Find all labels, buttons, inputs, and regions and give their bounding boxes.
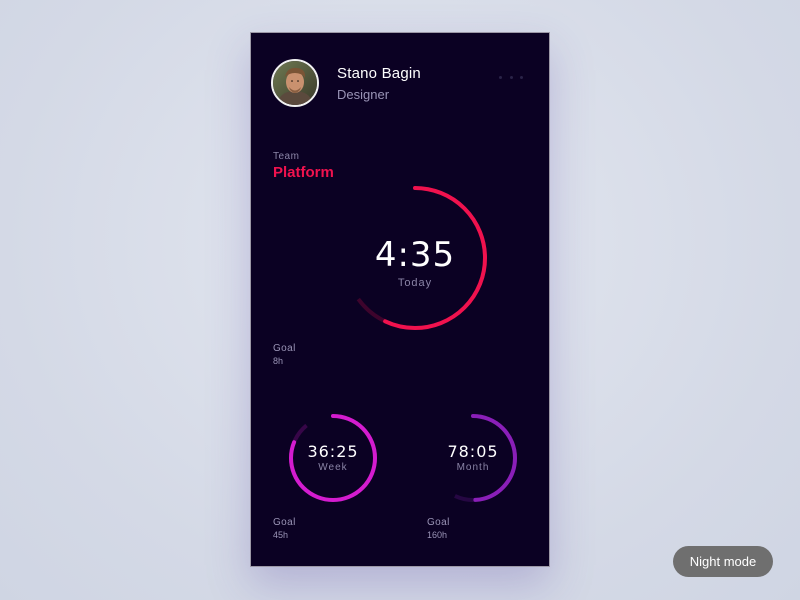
more-dots-icon[interactable] (499, 71, 523, 83)
month-goal: Goal 160h (427, 517, 450, 540)
dot (520, 75, 523, 79)
app-screen: Stano Bagin Designer Team Platform 4:35 … (250, 32, 550, 567)
month-value: 78:05 (447, 442, 499, 461)
avatar[interactable] (271, 59, 319, 107)
week-label: Week (318, 462, 348, 473)
month-goal-label: Goal (427, 517, 450, 528)
dot (499, 75, 502, 79)
today-value: 4:35 (374, 235, 456, 275)
week-goal-label: Goal (273, 517, 296, 528)
week-value: 36:25 (307, 442, 359, 461)
week-ring[interactable]: 36:25 Week (288, 413, 378, 503)
page-background: Stano Bagin Designer Team Platform 4:35 … (0, 0, 800, 600)
today-goal-value: 8h (273, 356, 284, 366)
profile-header: Stano Bagin Designer (271, 59, 531, 111)
today-ring[interactable]: 4:35 Today (340, 183, 490, 333)
month-label: Month (456, 462, 490, 473)
user-name: Stano Bagin (337, 65, 421, 82)
dot (509, 75, 513, 79)
month-goal-value: 160h (427, 530, 448, 540)
user-role: Designer (337, 87, 390, 102)
today-label: Today (397, 277, 433, 289)
month-ring[interactable]: 78:05 Month (428, 413, 518, 503)
week-goal-value: 45h (273, 530, 289, 540)
night-mode-button[interactable]: Night mode (673, 546, 773, 577)
avatar-image (273, 61, 317, 105)
today-goal-label: Goal (273, 343, 296, 354)
today-goal: Goal 8h (273, 343, 296, 366)
week-goal: Goal 45h (273, 517, 296, 540)
team-name[interactable]: Platform (273, 164, 334, 181)
team-label: Team (273, 151, 300, 162)
